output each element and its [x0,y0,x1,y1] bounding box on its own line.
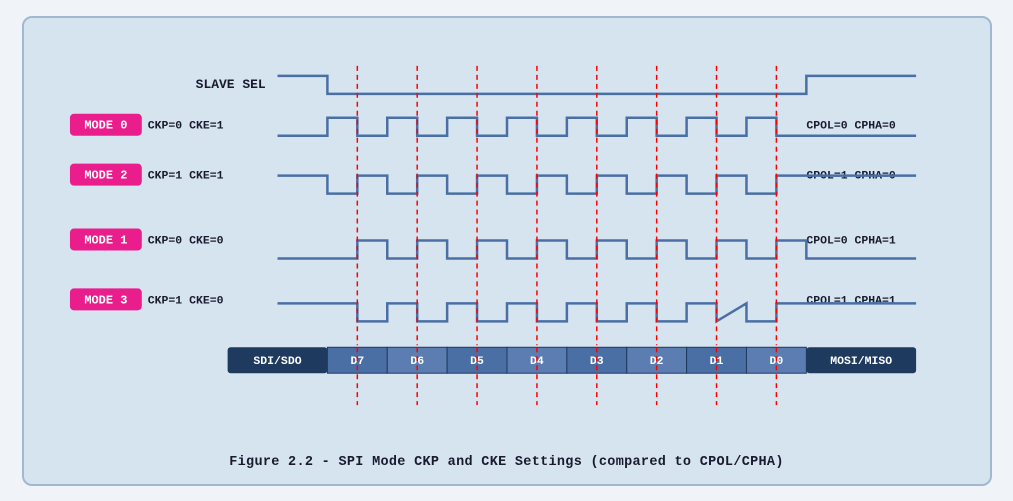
mode2-ckp: CKP=1 CKE=1 [147,169,223,182]
mode1-ckp: CKP=0 CKE=0 [147,234,223,247]
mode0-label: MODE 0 [84,118,127,132]
mode3-label: MODE 3 [84,293,127,307]
mode0-ckp: CKP=0 CKE=1 [147,119,223,132]
mode1-label: MODE 1 [84,233,127,247]
mode3-ckp: CKP=1 CKE=0 [147,294,223,307]
mode1-cpol: CPOL=0 CPHA=1 [806,234,896,247]
figure-caption: Figure 2.2 - SPI Mode CKP and CKE Settin… [48,455,966,470]
diagram-svg: SLAVE SEL MODE 0 CKP=0 CKE=1 CPOL=0 CPHA… [48,36,966,445]
waveform-area: SLAVE SEL MODE 0 CKP=0 CKE=1 CPOL=0 CPHA… [48,36,966,445]
mosimiso-label: MOSI/MISO [830,355,892,368]
outer-container: SLAVE SEL MODE 0 CKP=0 CKE=1 CPOL=0 CPHA… [22,16,992,486]
mode2-label: MODE 2 [84,168,127,182]
mode0-cpol: CPOL=0 CPHA=0 [806,119,896,132]
mode3-cpol: CPOL=1 CPHA=1 [806,294,896,307]
sdisdo-label: SDI/SDO [253,355,301,368]
slave-sel-label: SLAVE SEL [195,76,265,91]
